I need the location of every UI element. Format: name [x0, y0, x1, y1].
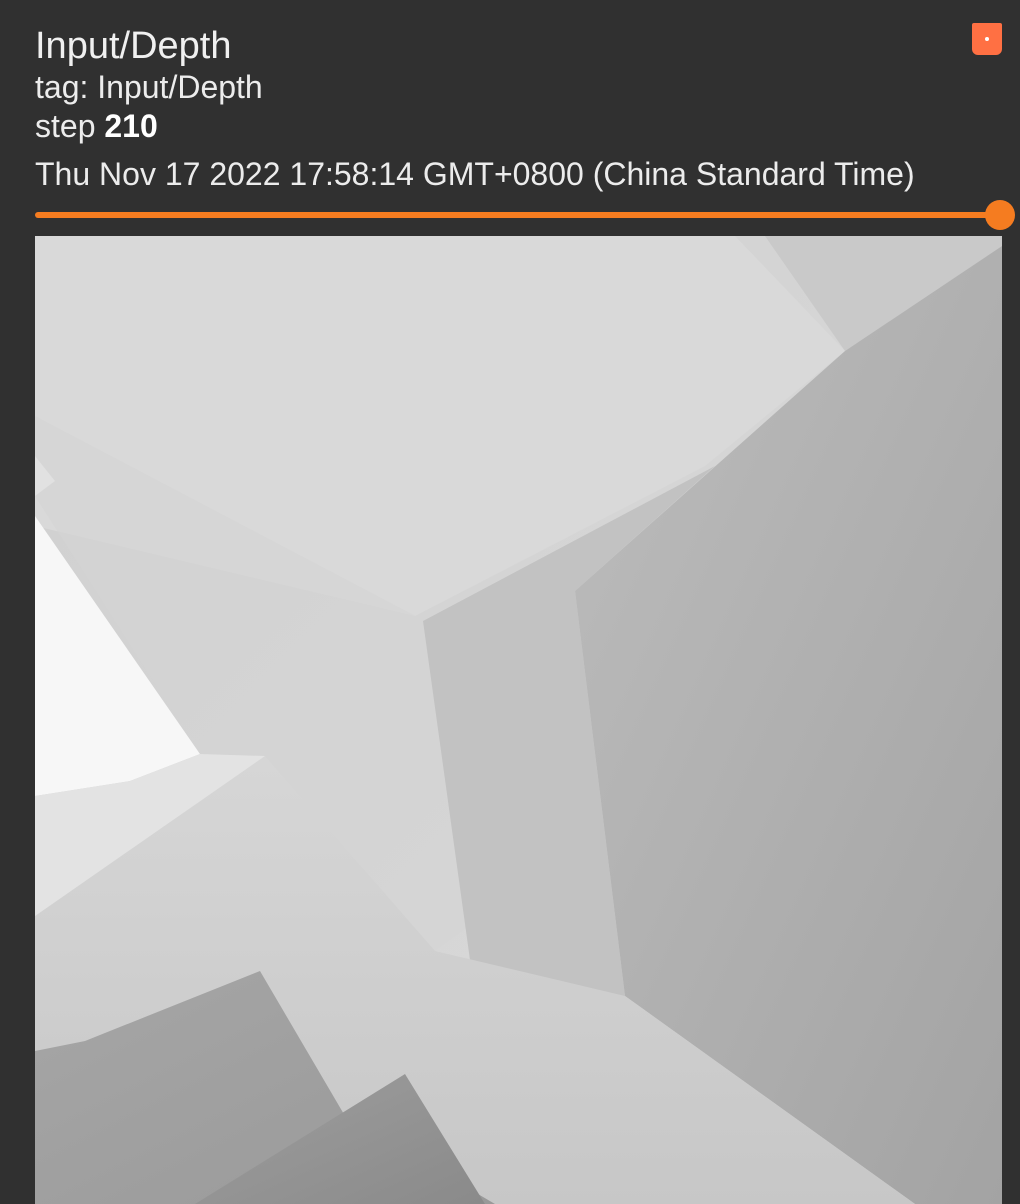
step-label: step 210	[35, 107, 158, 145]
step-value: 210	[104, 108, 158, 144]
timestamp: Thu Nov 17 2022 17:58:14 GMT+0800 (China…	[35, 156, 915, 192]
card-title: Input/Depth	[35, 25, 232, 67]
expand-icon	[985, 37, 989, 41]
expand-button[interactable]	[972, 23, 1002, 55]
slider-thumb[interactable]	[985, 200, 1015, 230]
depth-image	[35, 236, 1002, 1204]
step-slider[interactable]	[35, 200, 1015, 230]
depth-map-graphic	[35, 236, 1002, 1204]
image-card: Input/Depth tag: Input/Depth step 210 Th…	[0, 0, 1020, 1204]
slider-track[interactable]	[35, 212, 1000, 218]
step-prefix: step	[35, 108, 96, 144]
tag-label: tag: Input/Depth	[35, 69, 263, 105]
